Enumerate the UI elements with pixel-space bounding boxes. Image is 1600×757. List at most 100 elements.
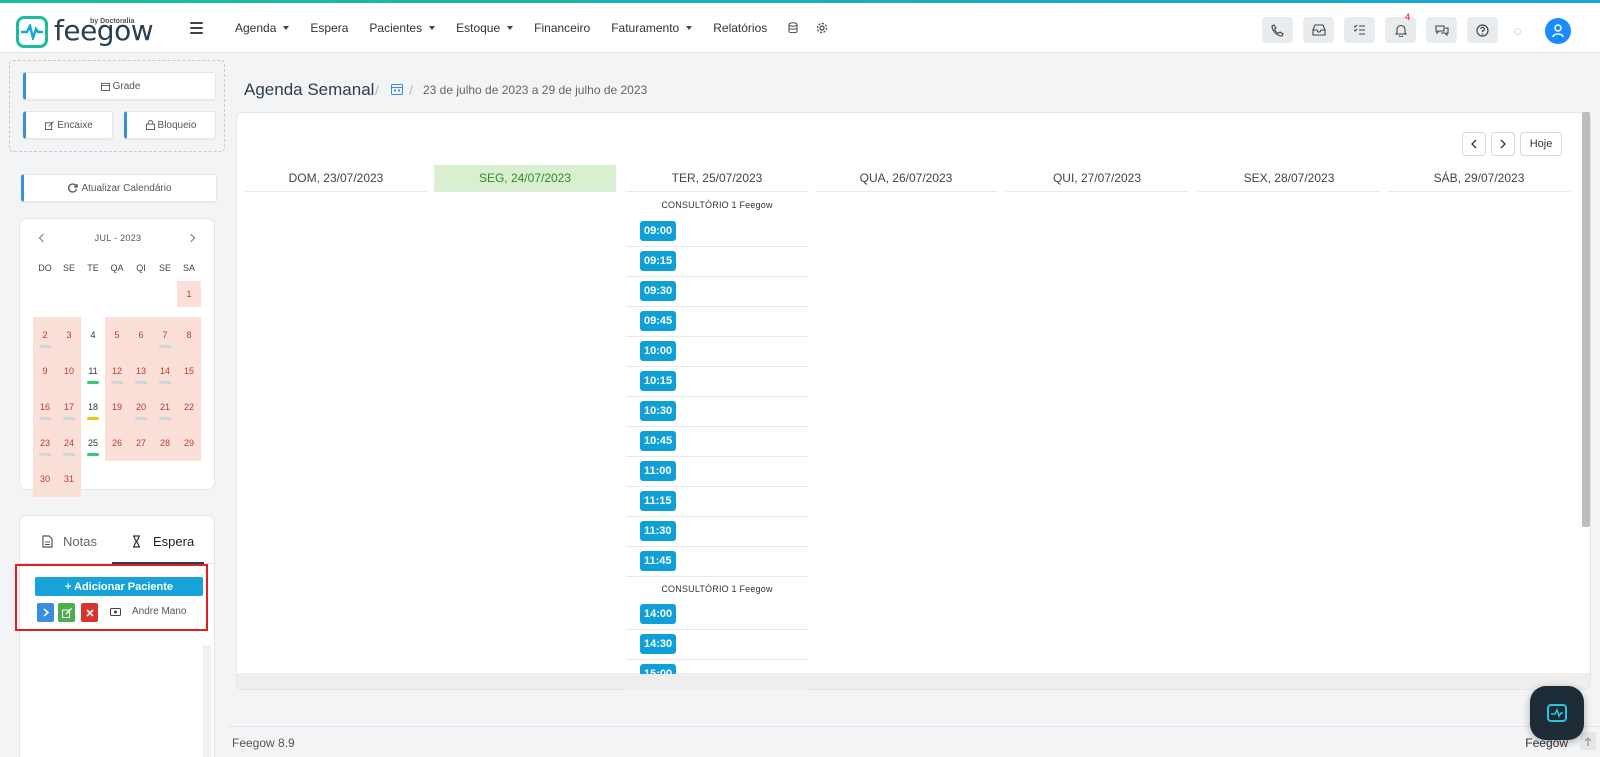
calendar-day[interactable]: 11 (81, 353, 105, 389)
calendar-day[interactable]: 1 (177, 281, 201, 307)
next-week-button[interactable] (1491, 132, 1515, 156)
calendar-day[interactable]: 8 (177, 317, 201, 353)
user-avatar[interactable] (1545, 18, 1571, 44)
calendar-day[interactable]: 23 (33, 425, 57, 461)
calendar-day[interactable]: 10 (57, 353, 81, 389)
calendar-day-number: 12 (111, 366, 122, 376)
waitlist-patient-name[interactable]: Andre Mano (132, 606, 186, 617)
phone-button[interactable] (1262, 17, 1293, 43)
nav-item-relatrios[interactable]: Relatórios (713, 21, 767, 35)
nav-item-espera[interactable]: Espera (310, 21, 348, 35)
calendar-day[interactable]: 28 (153, 425, 177, 461)
time-slot-button[interactable]: 09:00 (640, 221, 677, 241)
call-patient-button[interactable] (37, 603, 54, 622)
day-column-header[interactable]: QUA, 26/07/2023 (815, 165, 997, 192)
bell-button[interactable]: 4 (1385, 12, 1416, 43)
edit-patient-button[interactable] (58, 603, 75, 622)
calendar-day[interactable]: 7 (153, 317, 177, 353)
time-slot-button[interactable]: 10:45 (640, 431, 677, 451)
time-slot-button[interactable]: 11:00 (640, 461, 676, 481)
time-slot-button[interactable]: 09:30 (640, 281, 677, 301)
day-column-header[interactable]: SEX, 28/07/2023 (1198, 165, 1380, 192)
time-slot-button[interactable]: 09:15 (640, 251, 677, 271)
database-icon[interactable] (788, 22, 798, 34)
checklist-button[interactable] (1344, 17, 1375, 43)
time-slot-button[interactable]: 10:30 (640, 401, 677, 421)
time-slot-button[interactable]: 09:45 (640, 311, 677, 331)
add-patient-button[interactable]: + Adicionar Paciente (35, 577, 203, 596)
calendar-day[interactable]: 9 (33, 353, 57, 389)
time-slot-button[interactable]: 11:45 (640, 551, 676, 571)
calendar-day[interactable]: 17 (57, 389, 81, 425)
calendar-day[interactable]: 25 (81, 425, 105, 461)
notification-count-badge: 4 (1404, 12, 1410, 22)
calendar-day[interactable]: 31 (57, 461, 81, 497)
calendar-day[interactable]: 20 (129, 389, 153, 425)
time-slot-button[interactable]: 11:30 (640, 521, 676, 541)
notes-waitlist-panel: Notas Espera (19, 515, 216, 757)
calendar-occupancy-bar (159, 381, 171, 384)
calendar-occupancy-bar (39, 345, 51, 348)
calendar-day[interactable]: 15 (177, 353, 201, 389)
calendar-day[interactable]: 3 (57, 317, 81, 353)
day-column-header[interactable]: TER, 25/07/2023 (626, 165, 808, 192)
calendar-day[interactable]: 16 (33, 389, 57, 425)
calendar-day[interactable]: 6 (129, 317, 153, 353)
calendar-day[interactable]: 19 (105, 389, 129, 425)
calendar-day[interactable]: 26 (105, 425, 129, 461)
time-slot-row: 11:15 (626, 487, 808, 517)
nav-item-estoque[interactable]: Estoque (456, 21, 514, 35)
grade-button[interactable]: Grade (23, 72, 216, 100)
calendar-day[interactable]: 12 (105, 353, 129, 389)
calendar-day[interactable]: 21 (153, 389, 177, 425)
calendar-day[interactable]: 27 (129, 425, 153, 461)
tab-espera[interactable]: Espera (132, 534, 194, 549)
calendar-day[interactable]: 22 (177, 389, 201, 425)
calendar-day[interactable]: 24 (57, 425, 81, 461)
encaixe-button[interactable]: Encaixe (23, 111, 113, 139)
nav-item-faturamento[interactable]: Faturamento (611, 21, 693, 35)
scroll-top-button[interactable] (1580, 732, 1596, 750)
menu-toggle-icon[interactable] (190, 22, 203, 37)
calendar-day[interactable]: 18 (81, 389, 105, 425)
atualizar-calendario-button[interactable]: Atualizar Calendário (21, 174, 217, 202)
nav-item-agenda[interactable]: Agenda (235, 21, 290, 35)
horizontal-scrollbar[interactable] (237, 673, 1590, 689)
calendar-occupancy-bar (87, 417, 99, 420)
remove-patient-button[interactable] (81, 603, 98, 622)
calendar-day[interactable]: 5 (105, 317, 129, 353)
time-slot-button[interactable]: 10:15 (640, 371, 677, 391)
waitlist-scrollbar[interactable] (203, 645, 211, 757)
time-slot-button[interactable]: 11:15 (640, 491, 676, 511)
prev-week-button[interactable] (1462, 132, 1486, 156)
time-slot-button[interactable]: 14:00 (640, 604, 677, 624)
calendar-day[interactable]: 4 (81, 317, 105, 353)
page-footer: Feegow 8.9 Feegow (228, 726, 1600, 757)
calendar-day[interactable]: 29 (177, 425, 201, 461)
chat-button[interactable] (1426, 17, 1457, 43)
calendar-day[interactable]: 13 (129, 353, 153, 389)
calendar-day-number: 19 (111, 402, 122, 412)
today-button[interactable]: Hoje (1520, 132, 1562, 156)
tab-notas[interactable]: Notas (42, 534, 97, 549)
day-column-header[interactable]: SÁB, 29/07/2023 (1388, 165, 1570, 192)
help-button[interactable] (1467, 17, 1498, 43)
vertical-scrollbar[interactable] (1582, 112, 1590, 527)
time-slot-button[interactable]: 14:30 (640, 634, 677, 654)
nav-item-pacientes[interactable]: Pacientes (369, 21, 436, 35)
inbox-button[interactable] (1303, 17, 1334, 43)
day-column-header[interactable]: DOM, 23/07/2023 (245, 165, 427, 192)
support-chat-button[interactable] (1530, 686, 1584, 740)
gear-icon[interactable] (816, 22, 828, 34)
calendar-day-number: 22 (183, 402, 194, 412)
bloqueio-button[interactable]: Bloqueio (124, 111, 216, 139)
day-column-header[interactable]: QUI, 27/07/2023 (1006, 165, 1188, 192)
calendar-day[interactable]: 14 (153, 353, 177, 389)
time-slot-button[interactable]: 10:00 (640, 341, 677, 361)
nav-item-financeiro[interactable]: Financeiro (534, 21, 590, 35)
day-column-header[interactable]: SEG, 24/07/2023 (434, 165, 616, 192)
calendar-day[interactable]: 2 (33, 317, 57, 353)
calendar-day[interactable]: 30 (33, 461, 57, 497)
breadcrumb-date-range: 23 de julho de 2023 a 29 de julho de 202… (423, 83, 648, 97)
time-slot-row: 14:00 (626, 600, 808, 630)
